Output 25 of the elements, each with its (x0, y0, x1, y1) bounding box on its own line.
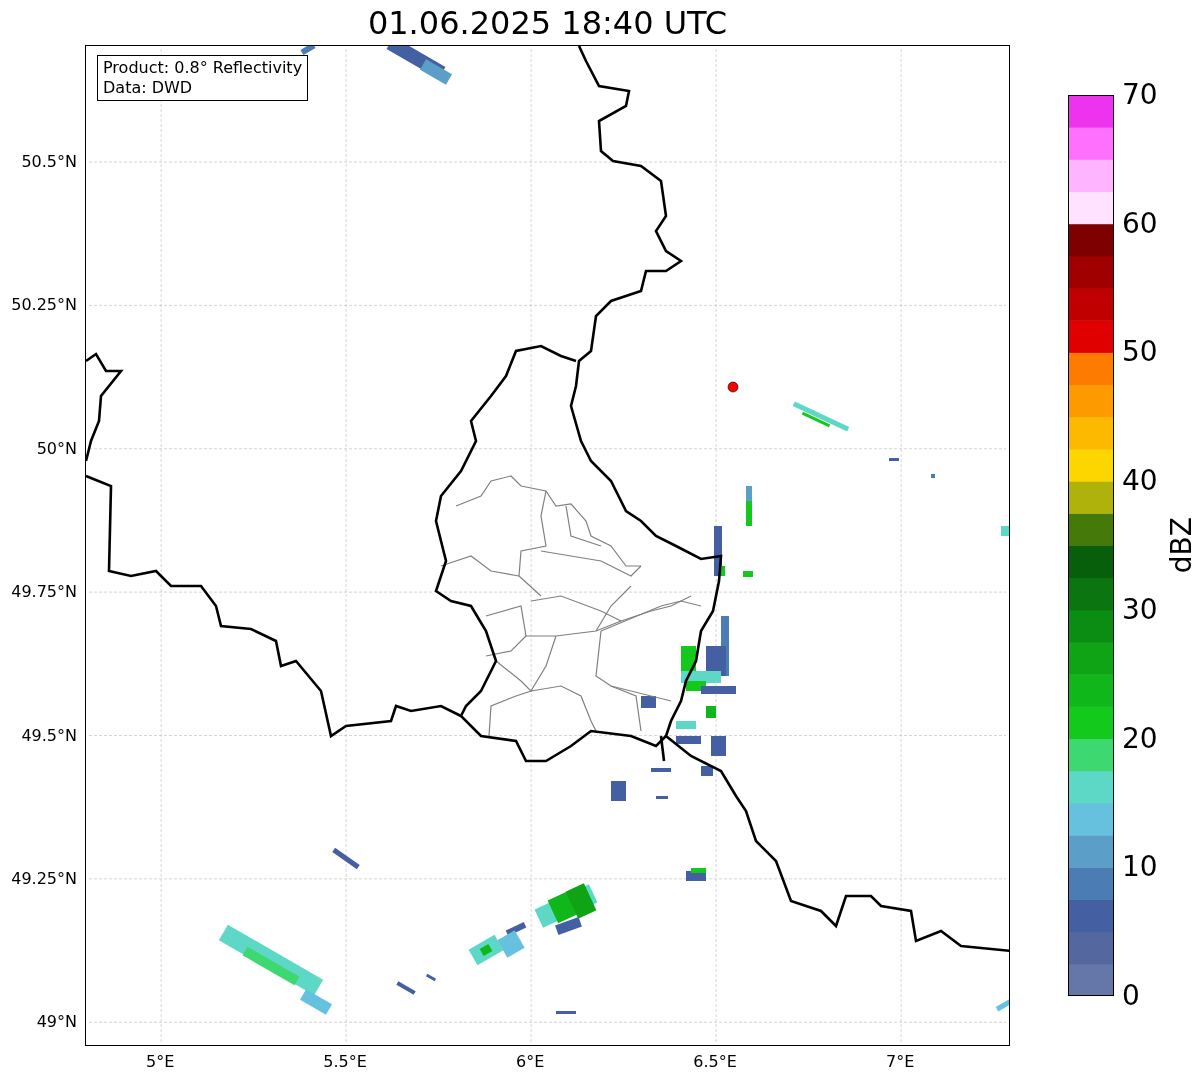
colorbar-label: dBZ (1166, 517, 1198, 574)
latitude-label: 50.5°N (21, 151, 77, 171)
info-text: Data: DWD (103, 78, 194, 98)
latitude-label: 49.5°N (21, 725, 77, 744)
info-text: Product: 0.8° Reflectivity (103, 58, 303, 78)
colorbar-tick-label: 30 (1122, 594, 1158, 625)
longitude-label: 5.5°E (323, 1052, 367, 1071)
colorbar-tick-label: 20 (1122, 723, 1158, 754)
colorbar-tick-label: 70 (1122, 80, 1158, 110)
longitude-label: 5°E (145, 1052, 175, 1071)
chart-title: 01.06.2025 18:40 UTC (367, 3, 728, 42)
colorbar-tick-label: 60 (1122, 208, 1158, 239)
latitude-label: 50°N (36, 438, 77, 458)
latitude-label: 50.25°N (11, 294, 77, 314)
latitude-label: 49.75°N (11, 581, 77, 601)
colorbar-tick-label: 10 (1122, 852, 1158, 883)
latitude-label: 49.25°N (11, 868, 77, 888)
latitude-label: 49°N (36, 1011, 77, 1031)
longitude-label: 6.5°E (693, 1052, 737, 1071)
colorbar-tick-label: 0 (1122, 981, 1140, 1011)
longitude-label: 7°E (885, 1052, 915, 1071)
longitude-label: 6°E (515, 1052, 545, 1071)
radar-site-marker (727, 381, 739, 393)
colorbar-tick-label: 50 (1122, 337, 1158, 368)
colorbar-tick-label: 40 (1122, 466, 1158, 497)
